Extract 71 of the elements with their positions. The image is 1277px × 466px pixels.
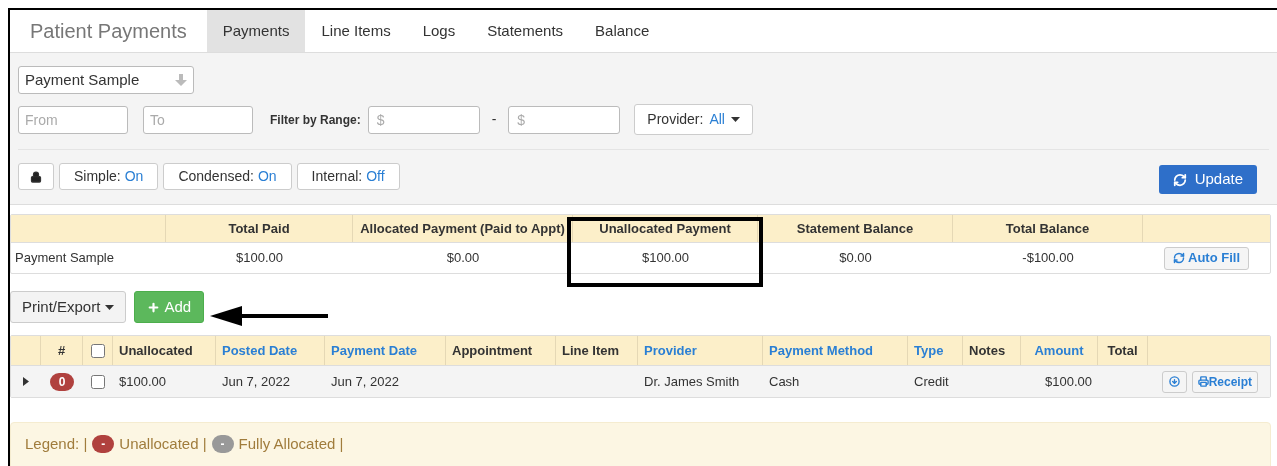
select-all-checkbox[interactable] — [90, 343, 105, 358]
column-header[interactable]: Type — [914, 340, 944, 361]
table-cell-text: -$100.00 — [1022, 249, 1074, 268]
toggle-button[interactable]: Internal: Off — [296, 163, 400, 190]
row-checkbox[interactable] — [91, 374, 105, 389]
column-header[interactable]: Amount — [1034, 340, 1084, 361]
patient-select[interactable]: Payment Sample — [18, 66, 194, 94]
column-header: Total Paid — [228, 219, 290, 238]
toggle-button[interactable]: Condensed: On — [163, 163, 292, 190]
column-header: Appointment — [452, 341, 533, 360]
column-header: Allocated Payment (Paid to Appt) — [360, 219, 565, 238]
from-field[interactable]: From — [18, 105, 128, 134]
table-cell-text: Cash — [769, 372, 800, 391]
column-header[interactable]: Payment Date — [331, 340, 417, 361]
column-header: Total — [1107, 341, 1138, 360]
table-cell-text: Credit — [914, 372, 949, 391]
column-header: Total Balance — [1005, 219, 1090, 238]
column-header: Statement Balance — [796, 219, 914, 238]
tab[interactable]: Statements — [471, 10, 580, 52]
legend-badge: - — [92, 435, 115, 454]
table-cell-text: $100.00 — [236, 249, 283, 268]
table-cell-text: Payment Sample — [15, 249, 114, 268]
table-cell-text: $100.00 — [642, 249, 689, 268]
down-arrow-icon — [175, 74, 187, 86]
table-cell-text: $0.00 — [839, 249, 872, 268]
column-header: # — [57, 341, 66, 360]
legend-text: Fully Allocated | — [238, 434, 344, 454]
column-header: Unallocated Payment — [599, 219, 731, 238]
column-header[interactable]: Payment Method — [769, 340, 873, 361]
caret-icon — [105, 304, 115, 310]
legend-label: Legend: | — [25, 434, 88, 454]
lock-button[interactable] — [18, 163, 54, 190]
column-header: Notes — [969, 341, 1006, 360]
download-icon — [1168, 376, 1180, 387]
tab[interactable]: Line Items — [305, 10, 407, 52]
column-header: Line Item — [562, 341, 620, 360]
page-title: Patient Payments — [29, 19, 188, 44]
column-header[interactable]: Posted Date — [222, 340, 298, 361]
provider-dropdown[interactable]: Provider: All — [634, 104, 753, 135]
refresh-icon — [1172, 172, 1187, 187]
table-cell-text: Jun 7, 2022 — [222, 372, 290, 391]
printer-icon — [1197, 376, 1209, 387]
toggle-button[interactable]: Simple: On — [59, 163, 159, 190]
caret-icon — [730, 117, 740, 122]
plus-icon — [147, 300, 161, 314]
receipt-button[interactable]: Receipt — [1191, 370, 1258, 393]
update-button[interactable]: Update — [1158, 165, 1257, 194]
table-cell-text: $0.00 — [446, 249, 480, 268]
tab[interactable]: Payments — [206, 10, 306, 52]
refresh-icon — [1173, 252, 1185, 264]
lock-icon — [30, 170, 42, 183]
range-separator: - — [491, 110, 497, 129]
count-badge: 0 — [49, 372, 75, 391]
auto-fill-button[interactable]: Auto Fill — [1164, 246, 1249, 270]
range-label: Filter by Range: — [270, 111, 361, 129]
legend-text: Unallocated | — [119, 434, 207, 454]
table-cell-text: $100.00 — [1045, 372, 1092, 391]
tab[interactable]: Logs — [406, 10, 472, 52]
legend-badge: - — [211, 435, 234, 454]
expand-icon[interactable] — [23, 377, 29, 386]
table-cell-text: Jun 7, 2022 — [331, 372, 399, 391]
table-cell-text: Dr. James Smith — [644, 372, 740, 391]
to-field[interactable]: To — [143, 105, 253, 134]
tab[interactable]: Balance — [579, 10, 666, 52]
column-header: Unallocated — [119, 341, 193, 360]
min-amount-field[interactable]: $ — [367, 105, 480, 134]
max-amount-field[interactable]: $ — [508, 105, 621, 134]
column-header[interactable]: Provider — [644, 340, 697, 361]
print-export-button[interactable]: Print/Export — [10, 291, 127, 323]
table-cell-text: $100.00 — [119, 372, 166, 391]
download-button[interactable] — [1161, 370, 1187, 393]
